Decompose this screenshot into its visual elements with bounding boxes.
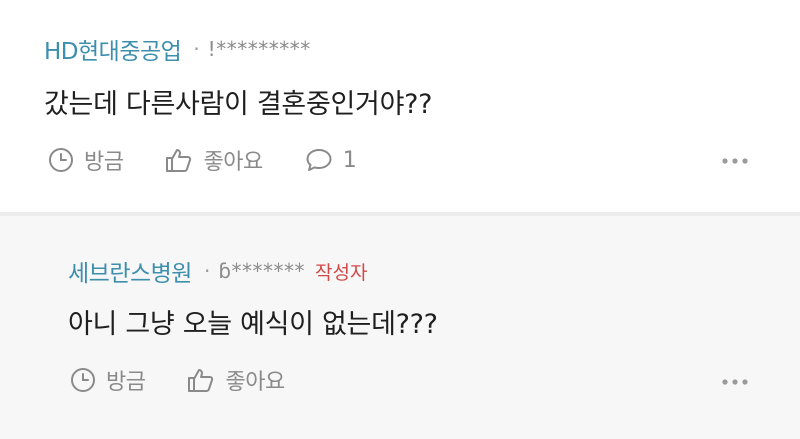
author-name[interactable]: HD현대중공업 [44, 32, 182, 66]
speech-bubble-icon [306, 149, 332, 171]
thumbs-up-icon [166, 149, 192, 172]
more-dots-icon [722, 379, 748, 385]
masked-user-id: ɓ******* [218, 259, 306, 283]
like-label: 좋아요 [225, 370, 285, 395]
timestamp: 방금 [48, 144, 124, 176]
more-dots-icon [722, 158, 748, 164]
timestamp: 방금 [70, 364, 146, 396]
reply-actions: 방금 좋아요 [70, 364, 327, 396]
reply-meta: 세브란스병원 · ɓ******* 작성자 [68, 254, 367, 288]
clock-icon [71, 368, 95, 392]
timestamp-label: 방금 [84, 150, 124, 175]
reply-item: 세브란스병원 · ɓ******* 작성자 아니 그냥 오늘 예식이 없는데??… [0, 216, 800, 439]
like-label: 좋아요 [203, 150, 263, 175]
masked-user-id: !********* [207, 37, 311, 61]
comment-meta: HD현대중공업 · !********* [44, 32, 311, 66]
author-badge: 작성자 [315, 261, 368, 284]
thumbs-up-icon [188, 369, 214, 392]
comment-item: HD현대중공업 · !********* 갔는데 다른사람이 결혼중인거야?? … [0, 0, 800, 212]
comment-text: 아니 그냥 오늘 예식이 없는데??? [68, 309, 438, 340]
meta-separator: · [203, 259, 211, 283]
comment-actions: 방금 좋아요 1 [48, 144, 398, 176]
like-button[interactable]: 좋아요 [187, 364, 285, 396]
reply-count: 1 [342, 147, 357, 173]
reply-button[interactable]: 1 [305, 147, 357, 173]
comment-text: 갔는데 다른사람이 결혼중인거야?? [44, 89, 433, 120]
like-button[interactable]: 좋아요 [165, 144, 263, 176]
more-options-button[interactable] [722, 378, 748, 386]
meta-separator: · [193, 37, 200, 61]
clock-icon [49, 148, 73, 172]
author-name[interactable]: 세브란스병원 [68, 254, 192, 288]
timestamp-label: 방금 [106, 370, 146, 395]
more-options-button[interactable] [722, 157, 748, 165]
